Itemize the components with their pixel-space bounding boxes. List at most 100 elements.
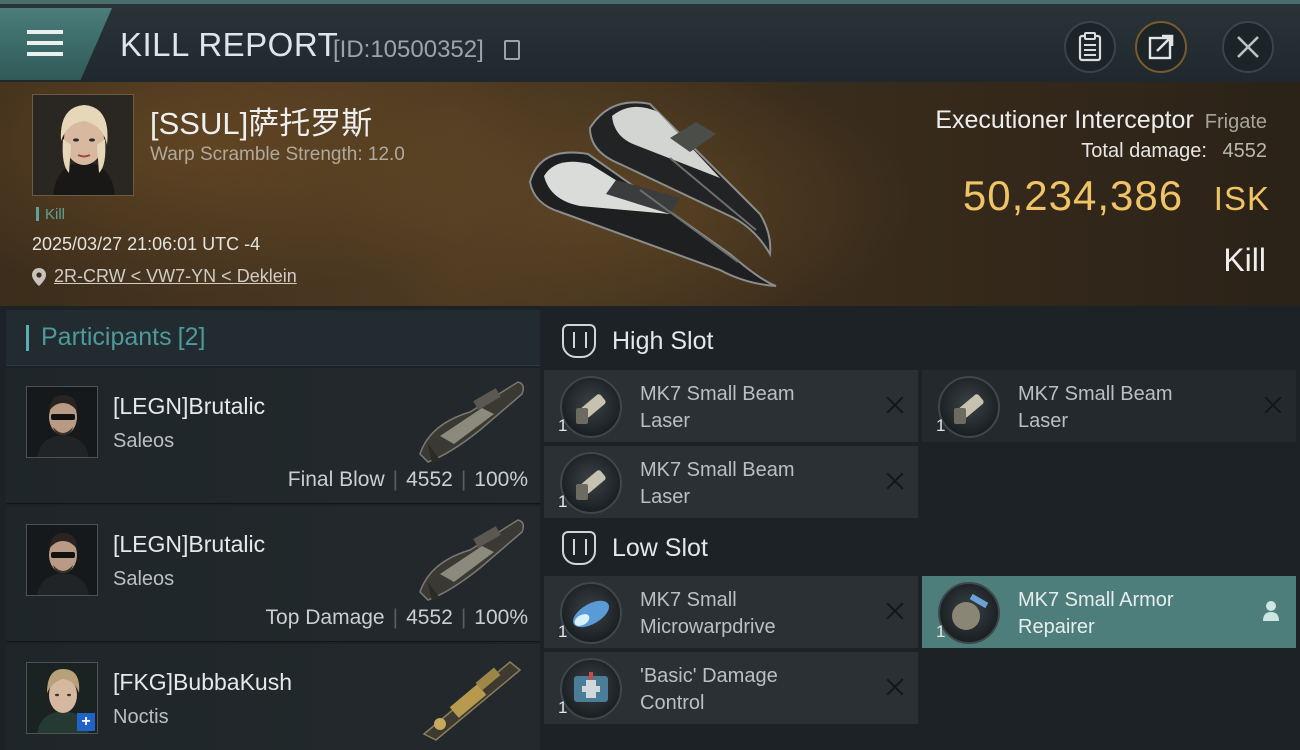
location-link[interactable]: 2R-CRW < VW7-YN < Deklein — [54, 266, 297, 286]
module-name: MK7 Small Beam Laser — [640, 457, 870, 511]
participant-portrait-image — [27, 387, 97, 457]
participant-ship: Saleos — [113, 568, 175, 590]
victim-portrait[interactable] — [32, 94, 134, 196]
module-item[interactable]: 1 MK7 Small Microwarpdrive — [544, 576, 918, 648]
module-name: MK7 Small Beam Laser — [1018, 381, 1248, 435]
armor-repairer-icon — [938, 582, 1000, 644]
copy-icon[interactable] — [504, 40, 520, 60]
remove-icon[interactable] — [884, 600, 906, 622]
participant-damage: 4552 — [406, 606, 453, 629]
participant-name[interactable]: [LEGN]Brutalic — [113, 393, 265, 420]
share-button[interactable] — [1135, 21, 1187, 73]
avatar[interactable] — [26, 524, 98, 596]
share-icon — [1148, 34, 1174, 60]
participant-ship-image — [419, 381, 525, 464]
clipboard-icon — [1078, 32, 1102, 62]
module-name-line2: Microwarpdrive — [640, 616, 776, 638]
module-name-line2: Repairer — [1018, 616, 1095, 638]
module-name: MK7 Small Microwarpdrive — [640, 587, 870, 641]
module-quantity: 1 — [936, 622, 946, 641]
isk-value: 50,234,386 ISK — [963, 172, 1270, 220]
victim-ship[interactable]: Executioner Interceptor Frigate — [935, 106, 1267, 135]
participant-damage: 4552 — [406, 468, 453, 491]
module-quantity: 1 — [558, 622, 568, 641]
participant-ship: Saleos — [113, 430, 175, 452]
module-quantity: 1 — [558, 698, 568, 717]
remove-icon[interactable] — [884, 676, 906, 698]
clipboard-button[interactable] — [1064, 21, 1116, 73]
plus-badge: + — [77, 713, 95, 731]
victim-ship-class: Frigate — [1204, 111, 1267, 133]
module-name-line2: Control — [640, 692, 705, 714]
location-pin-icon — [32, 268, 46, 286]
module-quantity: 1 — [558, 416, 568, 435]
victim-ship-name: Executioner Interceptor — [935, 106, 1194, 134]
result-label: Kill — [1223, 242, 1266, 278]
participant-name[interactable]: [LEGN]Brutalic — [113, 531, 265, 558]
microwarpdrive-icon — [560, 582, 622, 644]
participant-stats: Final Blow | 4552 | 100% — [287, 468, 528, 491]
close-icon — [1237, 36, 1259, 58]
participants-title: Participants — [41, 323, 172, 351]
remove-icon[interactable] — [1262, 394, 1284, 416]
low-slot-icon — [562, 531, 596, 565]
close-button[interactable] — [1222, 21, 1274, 73]
total-damage-value: 4552 — [1222, 140, 1268, 162]
avatar[interactable] — [26, 386, 98, 458]
participant-ship-image — [419, 519, 525, 602]
kill-location[interactable]: 2R-CRW < VW7-YN < Deklein — [32, 266, 297, 287]
module-name: MK7 Small Armor Repairer — [1018, 587, 1248, 641]
participants-count: [2] — [177, 323, 206, 351]
page-title: KILL REPORT — [120, 26, 339, 63]
module-item[interactable]: 1 MK7 Small Beam Laser — [922, 370, 1296, 442]
beam-laser-icon — [560, 452, 622, 514]
module-name: MK7 Small Beam Laser — [640, 381, 870, 435]
module-name-line2: Laser — [1018, 410, 1069, 432]
pilot-portrait-image — [33, 95, 133, 195]
victim-ship-image — [528, 101, 777, 287]
victim-pilot-name[interactable]: [SSUL]萨托罗斯 — [150, 98, 372, 143]
remove-icon[interactable] — [884, 470, 906, 492]
module-name-line2: Laser — [640, 410, 691, 432]
menu-icon — [27, 30, 63, 63]
module-item[interactable]: 1 MK7 Small Beam Laser — [544, 370, 918, 442]
total-damage-label: Total damage: — [1081, 140, 1207, 162]
module-item[interactable]: 1 MK7 Small Beam Laser — [544, 446, 918, 518]
low-slot-title: Low Slot — [612, 533, 708, 562]
report-id: [ID:10500352] — [333, 36, 484, 63]
participants-header: Participants [2] — [6, 310, 540, 366]
participant-role: Final Blow — [287, 468, 385, 491]
participants-panel: Participants [2] [LEGN]Brutalic Saleos F… — [6, 310, 540, 750]
module-item-selected[interactable]: 1 MK7 Small Armor Repairer — [922, 576, 1296, 648]
high-slot-icon — [562, 324, 596, 358]
kill-timestamp: 2025/03/27 21:06:01 UTC -4 — [32, 234, 261, 254]
module-name-line1: MK7 Small Armor — [1018, 589, 1174, 611]
module-item[interactable]: 1 'Basic' Damage Control — [544, 652, 918, 724]
participant-card[interactable]: [LEGN]Brutalic Saleos Final Blow | 4552 | 10… — [6, 368, 540, 504]
participant-portrait-image — [27, 525, 97, 595]
high-slot-title: High Slot — [612, 326, 714, 355]
module-name-line1: MK7 Small — [640, 589, 737, 611]
menu-button[interactable] — [0, 8, 112, 80]
participant-percent: 100% — [474, 606, 528, 629]
module-quantity: 1 — [558, 492, 568, 511]
module-name-line1: 'Basic' Damage — [640, 665, 778, 687]
participant-percent: 100% — [474, 468, 528, 491]
module-name-line1: MK7 Small Beam — [1018, 383, 1173, 405]
beam-laser-icon — [938, 376, 1000, 438]
isk-unit: ISK — [1213, 180, 1270, 217]
fitting-panel: High Slot 1 MK7 Small Beam Laser 1 MK7 S… — [544, 310, 1300, 750]
person-icon[interactable] — [1262, 600, 1280, 622]
participant-card[interactable]: + [FKG]BubbaKush Noctis — [6, 644, 540, 750]
victim-header: [SSUL]萨托罗斯 Warp Scramble Strength: 12.0 … — [0, 82, 1300, 306]
header-accent-bar — [26, 324, 29, 351]
module-name-line2: Laser — [640, 486, 691, 508]
remove-icon[interactable] — [884, 394, 906, 416]
damage-control-icon — [560, 658, 622, 720]
participant-card[interactable]: [LEGN]Brutalic Saleos Top Damage | 4552 | 10… — [6, 506, 540, 642]
avatar[interactable]: + — [26, 662, 98, 734]
kill-tag: Kill — [36, 206, 65, 223]
isk-amount: 50,234,386 — [962, 172, 1184, 219]
low-slot-header: Low Slot — [544, 519, 1300, 577]
participant-name[interactable]: [FKG]BubbaKush — [113, 669, 292, 696]
